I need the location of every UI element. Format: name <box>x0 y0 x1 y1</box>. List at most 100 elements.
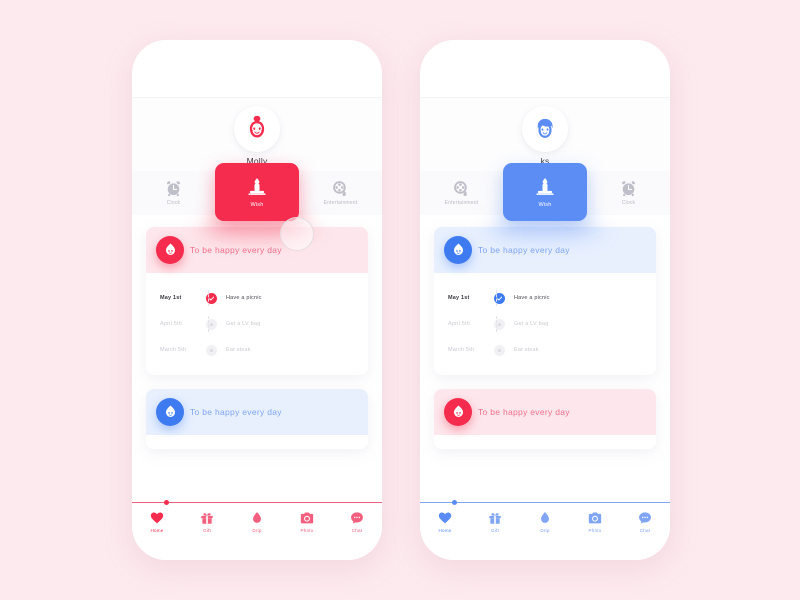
nav-item-drip[interactable]: Drip <box>520 511 570 533</box>
tab-label: Wish <box>538 201 552 208</box>
wish-card[interactable]: To be happy every day May 1st Have a pic… <box>434 227 656 375</box>
category-tabs: Entertainment Wish Clock <box>420 163 670 221</box>
camera-icon <box>588 511 602 525</box>
heart-icon <box>438 511 452 525</box>
nav-item-chat[interactable]: Chat <box>620 511 670 533</box>
gift-icon <box>200 511 214 525</box>
todo-text: Get a LV bag <box>514 321 549 327</box>
flame-face-icon <box>156 398 184 426</box>
todo-item[interactable]: April 5th Get a LV bag <box>434 311 656 337</box>
phone-screen: Molly Clock Wish Entertainment To be hap… <box>132 97 382 502</box>
tab-label: Wish <box>250 201 264 208</box>
todo-text: Eat steak <box>514 347 539 353</box>
nav-label: Drip <box>252 528 262 533</box>
todo-unchecked-icon[interactable] <box>494 344 505 356</box>
todo-item[interactable]: April 5th Get a LV bag <box>146 311 368 337</box>
todo-date: May 1st <box>160 295 182 301</box>
girl-avatar-icon <box>242 114 272 144</box>
todo-text: Get a LV bag <box>226 321 261 327</box>
camera-icon <box>300 511 314 525</box>
nav-label: Gift <box>203 528 211 533</box>
nav-item-chat[interactable]: Chat <box>332 511 382 533</box>
drop-icon <box>250 511 264 525</box>
todo-date: March 5th <box>160 347 187 353</box>
tab-label: Clock <box>166 200 181 206</box>
wish-card[interactable]: To be happy every day May 1st Have a pic… <box>146 227 368 375</box>
card-todo-list: May 1st Have a picnic April 5th Get a LV… <box>434 273 656 375</box>
todo-text: Eat steak <box>226 347 251 353</box>
tab-entertainment[interactable]: Entertainment <box>299 171 382 215</box>
phone-right: ks Entertainment Wish Clock To be happy … <box>420 40 670 560</box>
tab-entertainment[interactable]: Entertainment <box>420 171 503 215</box>
flame-face-icon <box>156 236 184 264</box>
avatar[interactable] <box>522 106 568 152</box>
wish-card[interactable]: To be happy every day <box>434 389 656 449</box>
profile-header: ks Entertainment Wish Clock <box>420 97 670 242</box>
todo-date: March 5th <box>448 347 475 353</box>
chat-icon <box>638 511 652 525</box>
tab-label: Clock <box>621 200 636 206</box>
todo-connector <box>496 316 497 332</box>
todo-connector <box>496 290 497 306</box>
tab-label: Entertainment <box>323 200 358 206</box>
flame-face-icon <box>444 236 472 264</box>
candle-icon <box>535 177 555 197</box>
todo-item[interactable]: March 5th Eat steak <box>434 337 656 363</box>
phone-screen: ks Entertainment Wish Clock To be happy … <box>420 97 670 502</box>
card-todo-list: May 1st Have a picnic April 5th Get a LV… <box>146 273 368 375</box>
todo-connector <box>208 290 209 306</box>
bottom-nav: Home Gift Drip Photo Chat <box>132 499 382 560</box>
film-reel-icon <box>453 180 470 197</box>
card-list: To be happy every day May 1st Have a pic… <box>420 215 670 502</box>
tab-wish[interactable]: Wish <box>503 163 587 221</box>
alarm-clock-icon <box>620 180 637 197</box>
card-list: To be happy every day May 1st Have a pic… <box>132 215 382 502</box>
nav-item-photo[interactable]: Photo <box>570 511 620 533</box>
gift-icon <box>488 511 502 525</box>
todo-item[interactable]: March 5th Eat steak <box>146 337 368 363</box>
wish-card[interactable]: To be happy every day <box>146 389 368 449</box>
card-header[interactable]: To be happy every day <box>146 389 368 435</box>
todo-item[interactable]: May 1st Have a picnic <box>146 285 368 311</box>
bottom-nav: Home Gift Drip Photo Chat <box>420 499 670 560</box>
card-body-empty <box>146 435 368 449</box>
heart-icon <box>150 511 164 525</box>
nav-item-home[interactable]: Home <box>420 511 470 533</box>
avatar[interactable] <box>234 106 280 152</box>
nav-label: Gift <box>491 528 499 533</box>
nav-item-gift[interactable]: Gift <box>470 511 520 533</box>
nav-label: Home <box>150 528 164 533</box>
nav-item-drip[interactable]: Drip <box>232 511 282 533</box>
category-tabs: Clock Wish Entertainment <box>132 163 382 221</box>
card-header[interactable]: To be happy every day <box>434 389 656 435</box>
drag-handle[interactable] <box>280 217 314 251</box>
tab-clock[interactable]: Clock <box>587 171 670 215</box>
nav-item-gift[interactable]: Gift <box>182 511 232 533</box>
nav-label: Home <box>438 528 452 533</box>
tab-label: Entertainment <box>444 200 479 206</box>
card-title: To be happy every day <box>190 407 282 417</box>
todo-date: May 1st <box>448 295 470 301</box>
candle-icon <box>247 177 267 197</box>
nav-active-dot <box>452 499 457 505</box>
nav-item-photo[interactable]: Photo <box>282 511 332 533</box>
chat-icon <box>350 511 364 525</box>
film-reel-icon <box>332 180 349 197</box>
todo-unchecked-icon[interactable] <box>206 344 217 356</box>
nav-label: Drip <box>540 528 550 533</box>
nav-label: Photo <box>588 528 602 533</box>
card-title: To be happy every day <box>478 407 570 417</box>
tab-wish[interactable]: Wish <box>215 163 299 221</box>
drop-icon <box>538 511 552 525</box>
tab-clock[interactable]: Clock <box>132 171 215 215</box>
card-body-empty <box>434 435 656 449</box>
nav-active-dot <box>164 499 169 505</box>
todo-date: April 5th <box>448 321 470 327</box>
nav-label: Photo <box>300 528 314 533</box>
todo-item[interactable]: May 1st Have a picnic <box>434 285 656 311</box>
nav-item-home[interactable]: Home <box>132 511 182 533</box>
todo-text: Have a picnic <box>226 295 262 301</box>
nav-label: Chat <box>351 528 363 533</box>
nav-label: Chat <box>639 528 651 533</box>
flame-face-icon <box>444 398 472 426</box>
